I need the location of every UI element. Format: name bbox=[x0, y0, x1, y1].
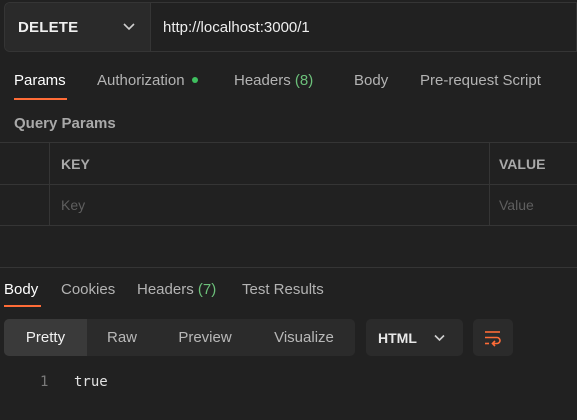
method-select[interactable]: DELETE bbox=[5, 3, 151, 51]
query-params-title: Query Params bbox=[14, 115, 116, 132]
tab-headers-count: (8) bbox=[294, 72, 314, 89]
query-params-table: KEY VALUE Key Value bbox=[0, 142, 577, 226]
view-mode-pretty[interactable]: Pretty bbox=[4, 319, 87, 356]
chevron-down-icon bbox=[434, 334, 445, 342]
response-tab-body-label: Body bbox=[4, 281, 39, 298]
view-mode-preview[interactable]: Preview bbox=[157, 319, 253, 356]
pane-divider[interactable] bbox=[0, 267, 577, 268]
wrap-lines-button[interactable] bbox=[473, 319, 513, 356]
method-label: DELETE bbox=[18, 19, 79, 36]
response-tab-body[interactable]: Body bbox=[4, 281, 38, 298]
tab-params[interactable]: Params bbox=[14, 72, 66, 89]
chevron-down-icon bbox=[123, 23, 135, 31]
tab-authorization-label: Authorization bbox=[97, 72, 185, 89]
active-response-tab-underline bbox=[4, 305, 41, 307]
table-border-bottom bbox=[0, 225, 577, 226]
auth-status-dot bbox=[191, 77, 198, 83]
request-bar: DELETE http://localhost:3000/1 bbox=[4, 2, 577, 52]
tab-params-label: Params bbox=[14, 72, 66, 89]
request-tabs: Params Authorization Headers (8) Body Pr… bbox=[0, 62, 577, 102]
column-header-value: VALUE bbox=[499, 156, 546, 172]
tab-headers[interactable]: Headers (8) bbox=[234, 72, 313, 89]
tab-pre-request-script[interactable]: Pre-request Script bbox=[420, 72, 541, 89]
tab-headers-label: Headers bbox=[234, 72, 291, 89]
tab-body-label: Body bbox=[354, 72, 389, 89]
response-body-code: true bbox=[74, 374, 108, 390]
view-mode-switch: Pretty Raw Preview Visualize bbox=[4, 319, 355, 356]
response-tab-test-results[interactable]: Test Results bbox=[242, 281, 324, 298]
response-tab-headers-label: Headers bbox=[137, 281, 194, 298]
table-border-top bbox=[0, 142, 577, 143]
table-row-divider bbox=[0, 184, 577, 185]
tab-body[interactable]: Body bbox=[354, 72, 388, 89]
response-tab-headers-count: (7) bbox=[197, 281, 217, 298]
key-input[interactable]: Key bbox=[61, 197, 85, 213]
url-input[interactable]: http://localhost:3000/1 bbox=[163, 19, 310, 36]
tab-authorization[interactable]: Authorization bbox=[97, 72, 198, 89]
line-number: 1 bbox=[40, 374, 49, 390]
value-input[interactable]: Value bbox=[499, 197, 534, 213]
wrap-lines-icon bbox=[485, 331, 501, 347]
format-label: HTML bbox=[378, 330, 417, 346]
table-col-divider-1 bbox=[49, 142, 50, 226]
tab-pre-request-script-label: Pre-request Script bbox=[420, 72, 541, 89]
response-tab-test-results-label: Test Results bbox=[242, 281, 324, 298]
table-col-divider-2 bbox=[489, 142, 490, 226]
response-tab-cookies-label: Cookies bbox=[61, 281, 116, 298]
active-tab-underline bbox=[14, 98, 67, 100]
column-header-key: KEY bbox=[61, 156, 90, 172]
format-select[interactable]: HTML bbox=[366, 319, 463, 356]
response-tab-cookies[interactable]: Cookies bbox=[61, 281, 115, 298]
view-mode-visualize[interactable]: Visualize bbox=[253, 319, 355, 356]
response-tab-headers[interactable]: Headers (7) bbox=[137, 281, 216, 298]
view-mode-raw[interactable]: Raw bbox=[87, 319, 157, 356]
